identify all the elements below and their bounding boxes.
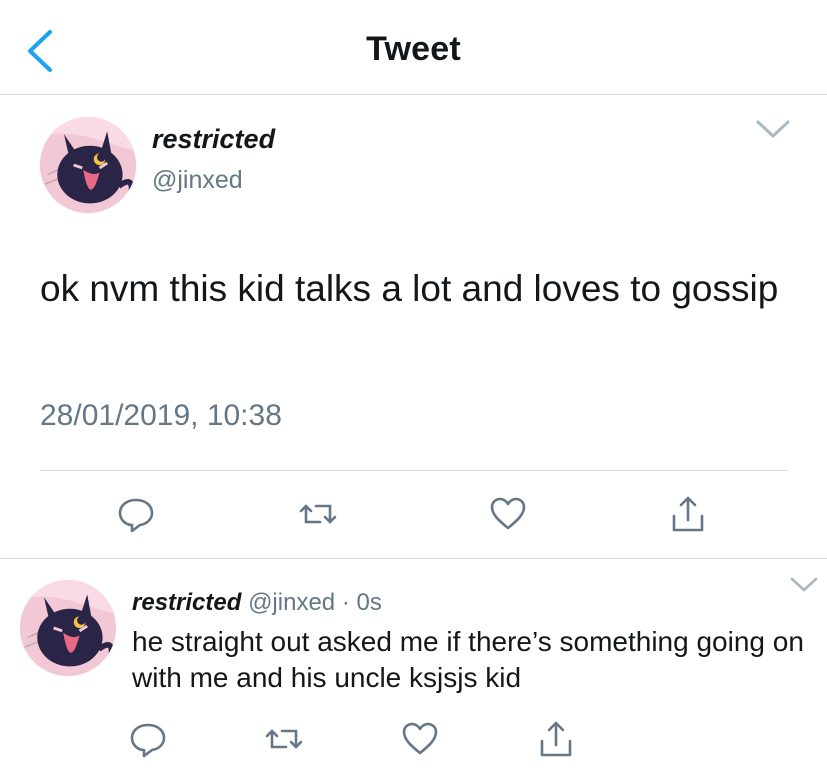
reply-avatar[interactable] [20, 580, 116, 676]
retweet-icon [262, 717, 306, 761]
page-title: Tweet [366, 30, 461, 68]
author-display-name[interactable]: restricted [152, 124, 275, 155]
reply-text: he straight out asked me if there’s some… [132, 626, 804, 693]
navigation-bar: Tweet [0, 0, 827, 95]
retweet-button[interactable] [296, 492, 340, 536]
chevron-down-icon [790, 577, 818, 592]
retweet-icon [296, 492, 340, 536]
reply-handle[interactable]: @jinxed [248, 589, 335, 616]
tweet-timestamp: 28/01/2019, 10:38 [40, 399, 282, 432]
reply-icon [114, 492, 158, 536]
reply-options-button[interactable] [790, 576, 818, 594]
like-icon [486, 492, 530, 536]
like-icon [398, 717, 442, 761]
tweet-options-button[interactable] [755, 118, 791, 142]
reply-like-button[interactable] [398, 717, 442, 761]
divider [0, 558, 827, 559]
author-handle[interactable]: @jinxed [152, 166, 243, 195]
share-button[interactable] [666, 492, 710, 536]
share-icon [666, 492, 710, 536]
divider [40, 470, 788, 471]
reply-reply-button[interactable] [126, 717, 170, 761]
separator-dot: · [341, 589, 350, 616]
reply-timestamp: 0s [356, 589, 382, 616]
tweet-text: ok nvm this kid talks a lot and loves to… [40, 268, 779, 309]
reply-button[interactable] [114, 492, 158, 536]
like-button[interactable] [486, 492, 530, 536]
chevron-down-icon [756, 120, 790, 138]
reply-retweet-button[interactable] [262, 717, 306, 761]
avatar[interactable] [40, 117, 136, 213]
share-icon [534, 717, 578, 761]
reply-share-button[interactable] [534, 717, 578, 761]
reply-icon [126, 717, 170, 761]
reply-display-name[interactable]: restricted [132, 589, 241, 616]
reply-header: restricted @jinxed · 0s [132, 589, 382, 617]
